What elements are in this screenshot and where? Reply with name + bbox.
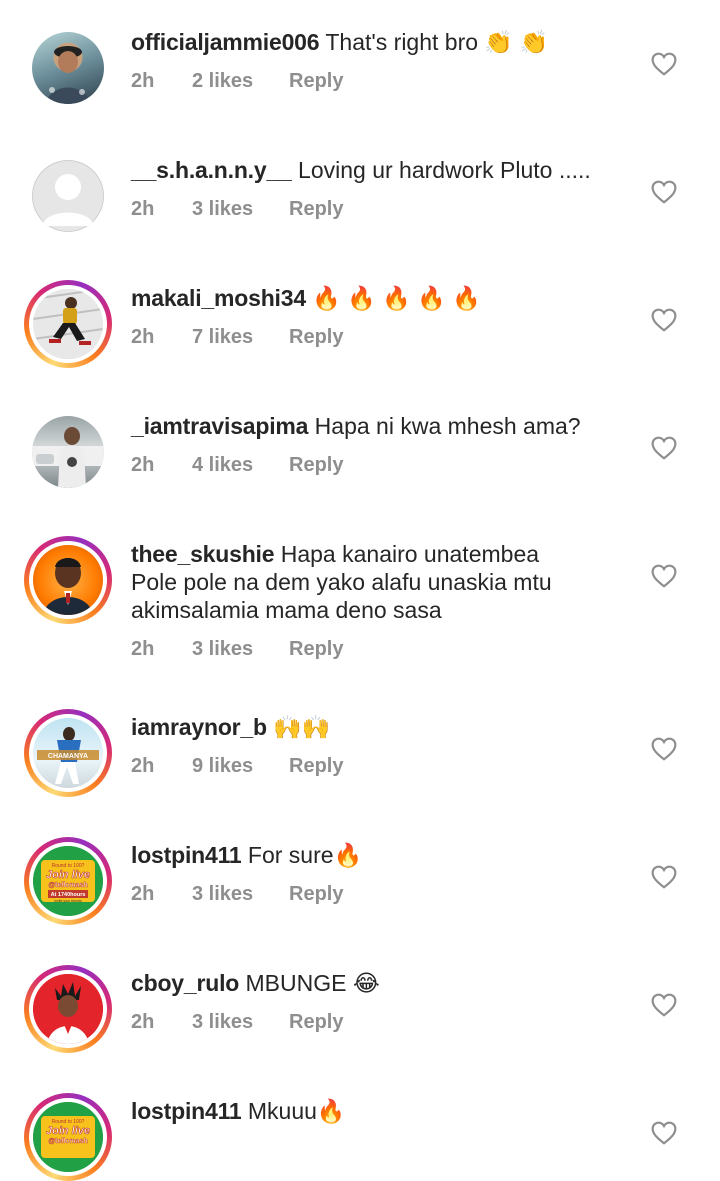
- avatar-caption: @tellomash: [48, 882, 88, 889]
- comment-time: 2h: [131, 326, 155, 348]
- heart-outline-icon[interactable]: [651, 52, 677, 76]
- comment-username[interactable]: iamraynor_b: [131, 714, 267, 740]
- avatar-story-ring[interactable]: [24, 280, 112, 368]
- comment-username[interactable]: lostpin411: [131, 842, 242, 868]
- heart-outline-icon[interactable]: [651, 308, 677, 332]
- heart-outline-icon[interactable]: [651, 436, 677, 460]
- avatar-story-ring[interactable]: Round to 100? Join live @tellomash: [24, 1093, 112, 1181]
- avatar-story-ring[interactable]: [24, 965, 112, 1053]
- avatar-story-ring[interactable]: Round to 100? Join live @tellomash At 17…: [24, 837, 112, 925]
- reply-button[interactable]: Reply: [289, 454, 343, 477]
- heart-outline-icon[interactable]: [651, 865, 677, 889]
- heart-outline-icon[interactable]: [651, 737, 677, 761]
- comment-text: 🔥 🔥 🔥 🔥 🔥: [312, 285, 482, 311]
- avatar-caption: Join live: [46, 1125, 90, 1137]
- avatar-story-ring[interactable]: [24, 536, 112, 624]
- comment-text: 🙌🙌: [273, 714, 331, 740]
- comment-time: 2h: [131, 1011, 155, 1033]
- comment-likes[interactable]: 7 likes: [192, 326, 253, 349]
- avatar[interactable]: [24, 24, 112, 112]
- comment-text: MBUNGE 😂: [245, 970, 380, 996]
- reply-button[interactable]: Reply: [289, 198, 343, 221]
- comment-text: That's right bro 👏 👏: [325, 29, 549, 55]
- comment-likes[interactable]: 3 likes: [192, 198, 253, 221]
- comment-username[interactable]: __s.h.a.n.n.y__: [131, 157, 292, 183]
- comment-username[interactable]: cboy_rulo: [131, 970, 239, 996]
- comment-time: 2h: [131, 454, 155, 476]
- comment-time: 2h: [131, 755, 155, 777]
- reply-button[interactable]: Reply: [289, 1011, 343, 1034]
- comment-text: Mkuuu🔥: [247, 1098, 346, 1124]
- heart-outline-icon[interactable]: [651, 564, 677, 588]
- comment-likes[interactable]: 3 likes: [192, 638, 253, 661]
- comment-username[interactable]: thee_skushie: [131, 541, 275, 567]
- avatar-caption: Join live: [46, 869, 90, 881]
- avatar[interactable]: [24, 152, 112, 240]
- heart-outline-icon[interactable]: [651, 180, 677, 204]
- avatar-caption: invite your friends: [54, 899, 82, 903]
- reply-button[interactable]: Reply: [289, 70, 343, 93]
- comment-likes[interactable]: 3 likes: [192, 1011, 253, 1034]
- avatar-caption: CHAMANYA: [48, 753, 88, 760]
- comment-text: Loving ur hardwork Pluto .....: [298, 157, 591, 183]
- reply-button[interactable]: Reply: [289, 883, 343, 906]
- reply-button[interactable]: Reply: [289, 326, 343, 349]
- comment-text-line-2: Pole pole na dem yako alafu unaskia mtu: [131, 569, 552, 595]
- comment-likes[interactable]: 9 likes: [192, 755, 253, 778]
- comment-time: 2h: [131, 70, 155, 92]
- comment-likes[interactable]: 2 likes: [192, 70, 253, 93]
- reply-button[interactable]: Reply: [289, 755, 343, 778]
- avatar-story-ring[interactable]: CHAMANYA: [24, 709, 112, 797]
- avatar-caption: At 1740hours: [51, 892, 86, 898]
- comment-likes[interactable]: 3 likes: [192, 883, 253, 906]
- heart-outline-icon[interactable]: [651, 1121, 677, 1145]
- comment-text: Hapa ni kwa mhesh ama?: [314, 413, 581, 439]
- reply-button[interactable]: Reply: [289, 638, 343, 661]
- avatar-caption: @tellomash: [48, 1138, 88, 1145]
- heart-outline-icon[interactable]: [651, 993, 677, 1017]
- comment-time: 2h: [131, 638, 155, 660]
- comment-time: 2h: [131, 198, 155, 220]
- comment-username[interactable]: _iamtravisapima: [131, 413, 308, 439]
- avatar[interactable]: [24, 408, 112, 496]
- comment-username[interactable]: makali_moshi34: [131, 285, 306, 311]
- comment-time: 2h: [131, 883, 155, 905]
- comment-text: Hapa kanairo unatembea: [280, 541, 540, 567]
- comment-username[interactable]: officialjammie006: [131, 29, 320, 55]
- comment-text: For sure🔥: [247, 842, 363, 868]
- comment-likes[interactable]: 4 likes: [192, 454, 253, 477]
- comment-username[interactable]: lostpin411: [131, 1098, 242, 1124]
- comment-text-line-3: akimsalamia mama deno sasa: [131, 597, 442, 623]
